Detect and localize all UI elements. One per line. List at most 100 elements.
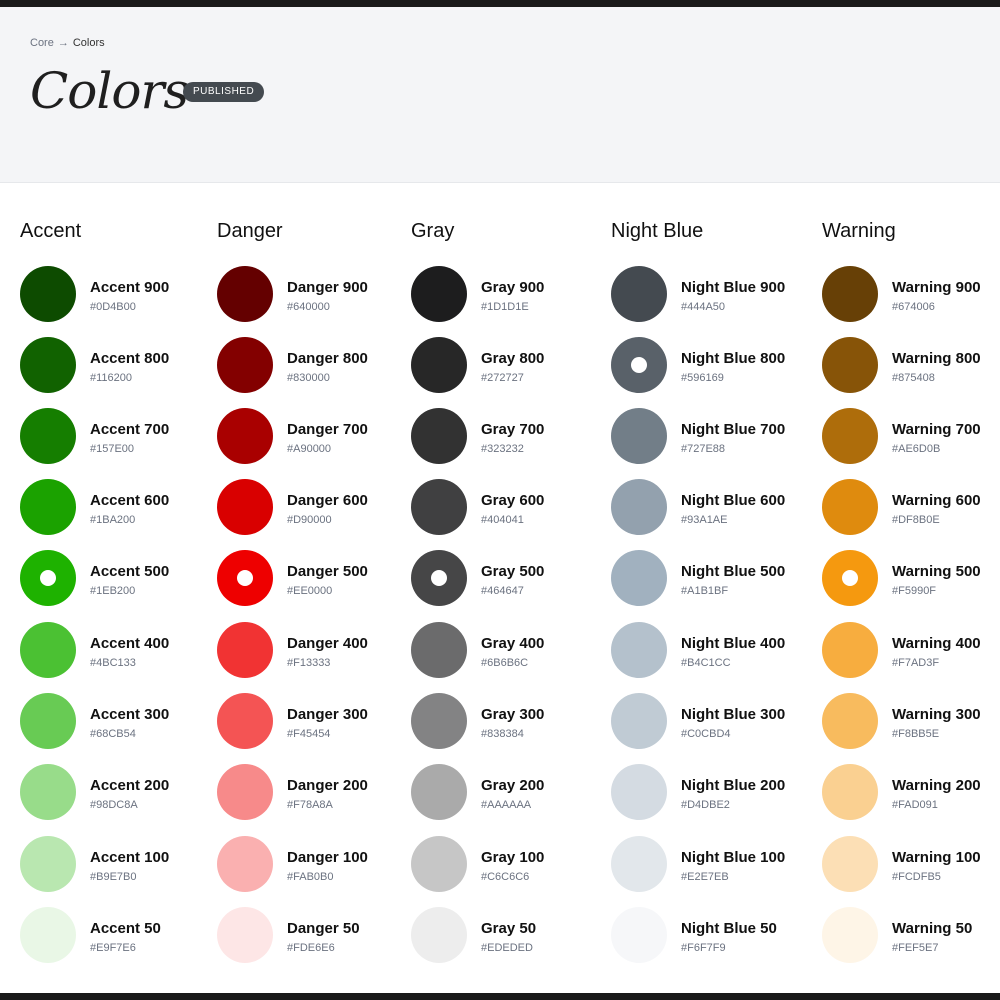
swatch-circle[interactable] xyxy=(822,408,878,464)
swatch-circle[interactable] xyxy=(411,622,467,678)
swatch-circle[interactable] xyxy=(411,550,467,606)
swatch-circle[interactable] xyxy=(611,764,667,820)
color-swatch[interactable]: Warning 500 #F5990F xyxy=(822,550,1000,610)
color-swatch[interactable]: Danger 800 #830000 xyxy=(217,337,407,397)
color-swatch[interactable]: Accent 600 #1BA200 xyxy=(20,479,210,539)
color-swatch[interactable]: Gray 200 #AAAAAA xyxy=(411,764,601,824)
color-swatch[interactable]: Danger 600 #D90000 xyxy=(217,479,407,539)
swatch-circle[interactable] xyxy=(411,836,467,892)
color-swatch[interactable]: Night Blue 50 #F6F7F9 xyxy=(611,907,801,967)
color-swatch[interactable]: Gray 100 #C6C6C6 xyxy=(411,836,601,896)
color-swatch[interactable]: Warning 200 #FAD091 xyxy=(822,764,1000,824)
swatch-circle[interactable] xyxy=(20,693,76,749)
color-swatch[interactable]: Danger 50 #FDE6E6 xyxy=(217,907,407,967)
swatch-circle[interactable] xyxy=(611,693,667,749)
swatch-circle[interactable] xyxy=(20,479,76,535)
swatch-circle[interactable] xyxy=(411,907,467,963)
color-swatch[interactable]: Accent 700 #157E00 xyxy=(20,408,210,468)
color-swatch[interactable]: Gray 900 #1D1D1E xyxy=(411,266,601,326)
color-swatch[interactable]: Night Blue 100 #E2E7EB xyxy=(611,836,801,896)
color-swatch[interactable]: Danger 400 #F13333 xyxy=(217,622,407,682)
swatch-circle[interactable] xyxy=(411,408,467,464)
color-swatch[interactable]: Night Blue 200 #D4DBE2 xyxy=(611,764,801,824)
color-swatch[interactable]: Accent 500 #1EB200 xyxy=(20,550,210,610)
swatch-circle[interactable] xyxy=(20,836,76,892)
swatch-circle[interactable] xyxy=(822,764,878,820)
color-swatch[interactable]: Night Blue 800 #596169 xyxy=(611,337,801,397)
swatch-circle[interactable] xyxy=(611,337,667,393)
swatch-circle[interactable] xyxy=(411,266,467,322)
swatch-circle[interactable] xyxy=(822,693,878,749)
swatch-circle[interactable] xyxy=(611,836,667,892)
swatch-circle[interactable] xyxy=(822,479,878,535)
color-swatch[interactable]: Accent 100 #B9E7B0 xyxy=(20,836,210,896)
color-swatch[interactable]: Gray 600 #404041 xyxy=(411,479,601,539)
swatch-circle[interactable] xyxy=(822,337,878,393)
swatch-circle[interactable] xyxy=(217,337,273,393)
color-swatch[interactable]: Gray 500 #464647 xyxy=(411,550,601,610)
swatch-circle[interactable] xyxy=(611,907,667,963)
color-swatch[interactable]: Accent 300 #68CB54 xyxy=(20,693,210,753)
swatch-circle[interactable] xyxy=(217,479,273,535)
swatch-circle[interactable] xyxy=(822,907,878,963)
swatch-circle[interactable] xyxy=(20,550,76,606)
swatch-circle[interactable] xyxy=(822,836,878,892)
color-swatch[interactable]: Gray 300 #838384 xyxy=(411,693,601,753)
swatch-circle[interactable] xyxy=(411,764,467,820)
swatch-circle[interactable] xyxy=(822,266,878,322)
color-swatch[interactable]: Night Blue 600 #93A1AE xyxy=(611,479,801,539)
color-swatch[interactable]: Accent 50 #E9F7E6 xyxy=(20,907,210,967)
color-swatch[interactable]: Night Blue 500 #A1B1BF xyxy=(611,550,801,610)
color-swatch[interactable]: Night Blue 300 #C0CBD4 xyxy=(611,693,801,753)
swatch-circle[interactable] xyxy=(217,622,273,678)
swatch-circle[interactable] xyxy=(822,622,878,678)
color-swatch[interactable]: Warning 600 #DF8B0E xyxy=(822,479,1000,539)
color-swatch[interactable]: Gray 400 #6B6B6C xyxy=(411,622,601,682)
swatch-circle[interactable] xyxy=(611,622,667,678)
color-swatch[interactable]: Accent 400 #4BC133 xyxy=(20,622,210,682)
color-swatch[interactable]: Gray 700 #323232 xyxy=(411,408,601,468)
color-swatch[interactable]: Danger 500 #EE0000 xyxy=(217,550,407,610)
swatch-circle[interactable] xyxy=(411,693,467,749)
breadcrumb-link-core[interactable]: Core xyxy=(30,37,54,49)
color-swatch[interactable]: Danger 900 #640000 xyxy=(217,266,407,326)
color-swatch[interactable]: Warning 700 #AE6D0B xyxy=(822,408,1000,468)
color-swatch[interactable]: Night Blue 900 #444A50 xyxy=(611,266,801,326)
color-swatch[interactable]: Danger 300 #F45454 xyxy=(217,693,407,753)
swatch-circle[interactable] xyxy=(217,266,273,322)
swatch-circle[interactable] xyxy=(20,907,76,963)
swatch-circle[interactable] xyxy=(822,550,878,606)
swatch-circle[interactable] xyxy=(20,764,76,820)
color-swatch[interactable]: Night Blue 700 #727E88 xyxy=(611,408,801,468)
swatch-circle[interactable] xyxy=(217,408,273,464)
color-swatch[interactable]: Warning 900 #674006 xyxy=(822,266,1000,326)
swatch-circle[interactable] xyxy=(611,550,667,606)
swatch-circle[interactable] xyxy=(217,764,273,820)
color-swatch[interactable]: Warning 400 #F7AD3F xyxy=(822,622,1000,682)
swatch-circle[interactable] xyxy=(20,337,76,393)
color-swatch[interactable]: Warning 300 #F8BB5E xyxy=(822,693,1000,753)
color-swatch[interactable]: Danger 200 #F78A8A xyxy=(217,764,407,824)
color-swatch[interactable]: Danger 700 #A90000 xyxy=(217,408,407,468)
color-swatch[interactable]: Warning 100 #FCDFB5 xyxy=(822,836,1000,896)
color-swatch[interactable]: Warning 50 #FEF5E7 xyxy=(822,907,1000,967)
swatch-circle[interactable] xyxy=(217,907,273,963)
color-swatch[interactable]: Gray 800 #272727 xyxy=(411,337,601,397)
swatch-circle[interactable] xyxy=(217,836,273,892)
color-swatch[interactable]: Accent 200 #98DC8A xyxy=(20,764,210,824)
swatch-circle[interactable] xyxy=(20,622,76,678)
color-swatch[interactable]: Danger 100 #FAB0B0 xyxy=(217,836,407,896)
color-swatch[interactable]: Night Blue 400 #B4C1CC xyxy=(611,622,801,682)
color-swatch[interactable]: Warning 800 #875408 xyxy=(822,337,1000,397)
swatch-circle[interactable] xyxy=(217,693,273,749)
swatch-circle[interactable] xyxy=(411,479,467,535)
swatch-circle[interactable] xyxy=(411,337,467,393)
color-swatch[interactable]: Accent 800 #116200 xyxy=(20,337,210,397)
color-swatch[interactable]: Accent 900 #0D4B00 xyxy=(20,266,210,326)
swatch-circle[interactable] xyxy=(20,266,76,322)
swatch-circle[interactable] xyxy=(611,408,667,464)
swatch-circle[interactable] xyxy=(611,479,667,535)
swatch-circle[interactable] xyxy=(611,266,667,322)
color-swatch[interactable]: Gray 50 #EDEDED xyxy=(411,907,601,967)
swatch-circle[interactable] xyxy=(217,550,273,606)
